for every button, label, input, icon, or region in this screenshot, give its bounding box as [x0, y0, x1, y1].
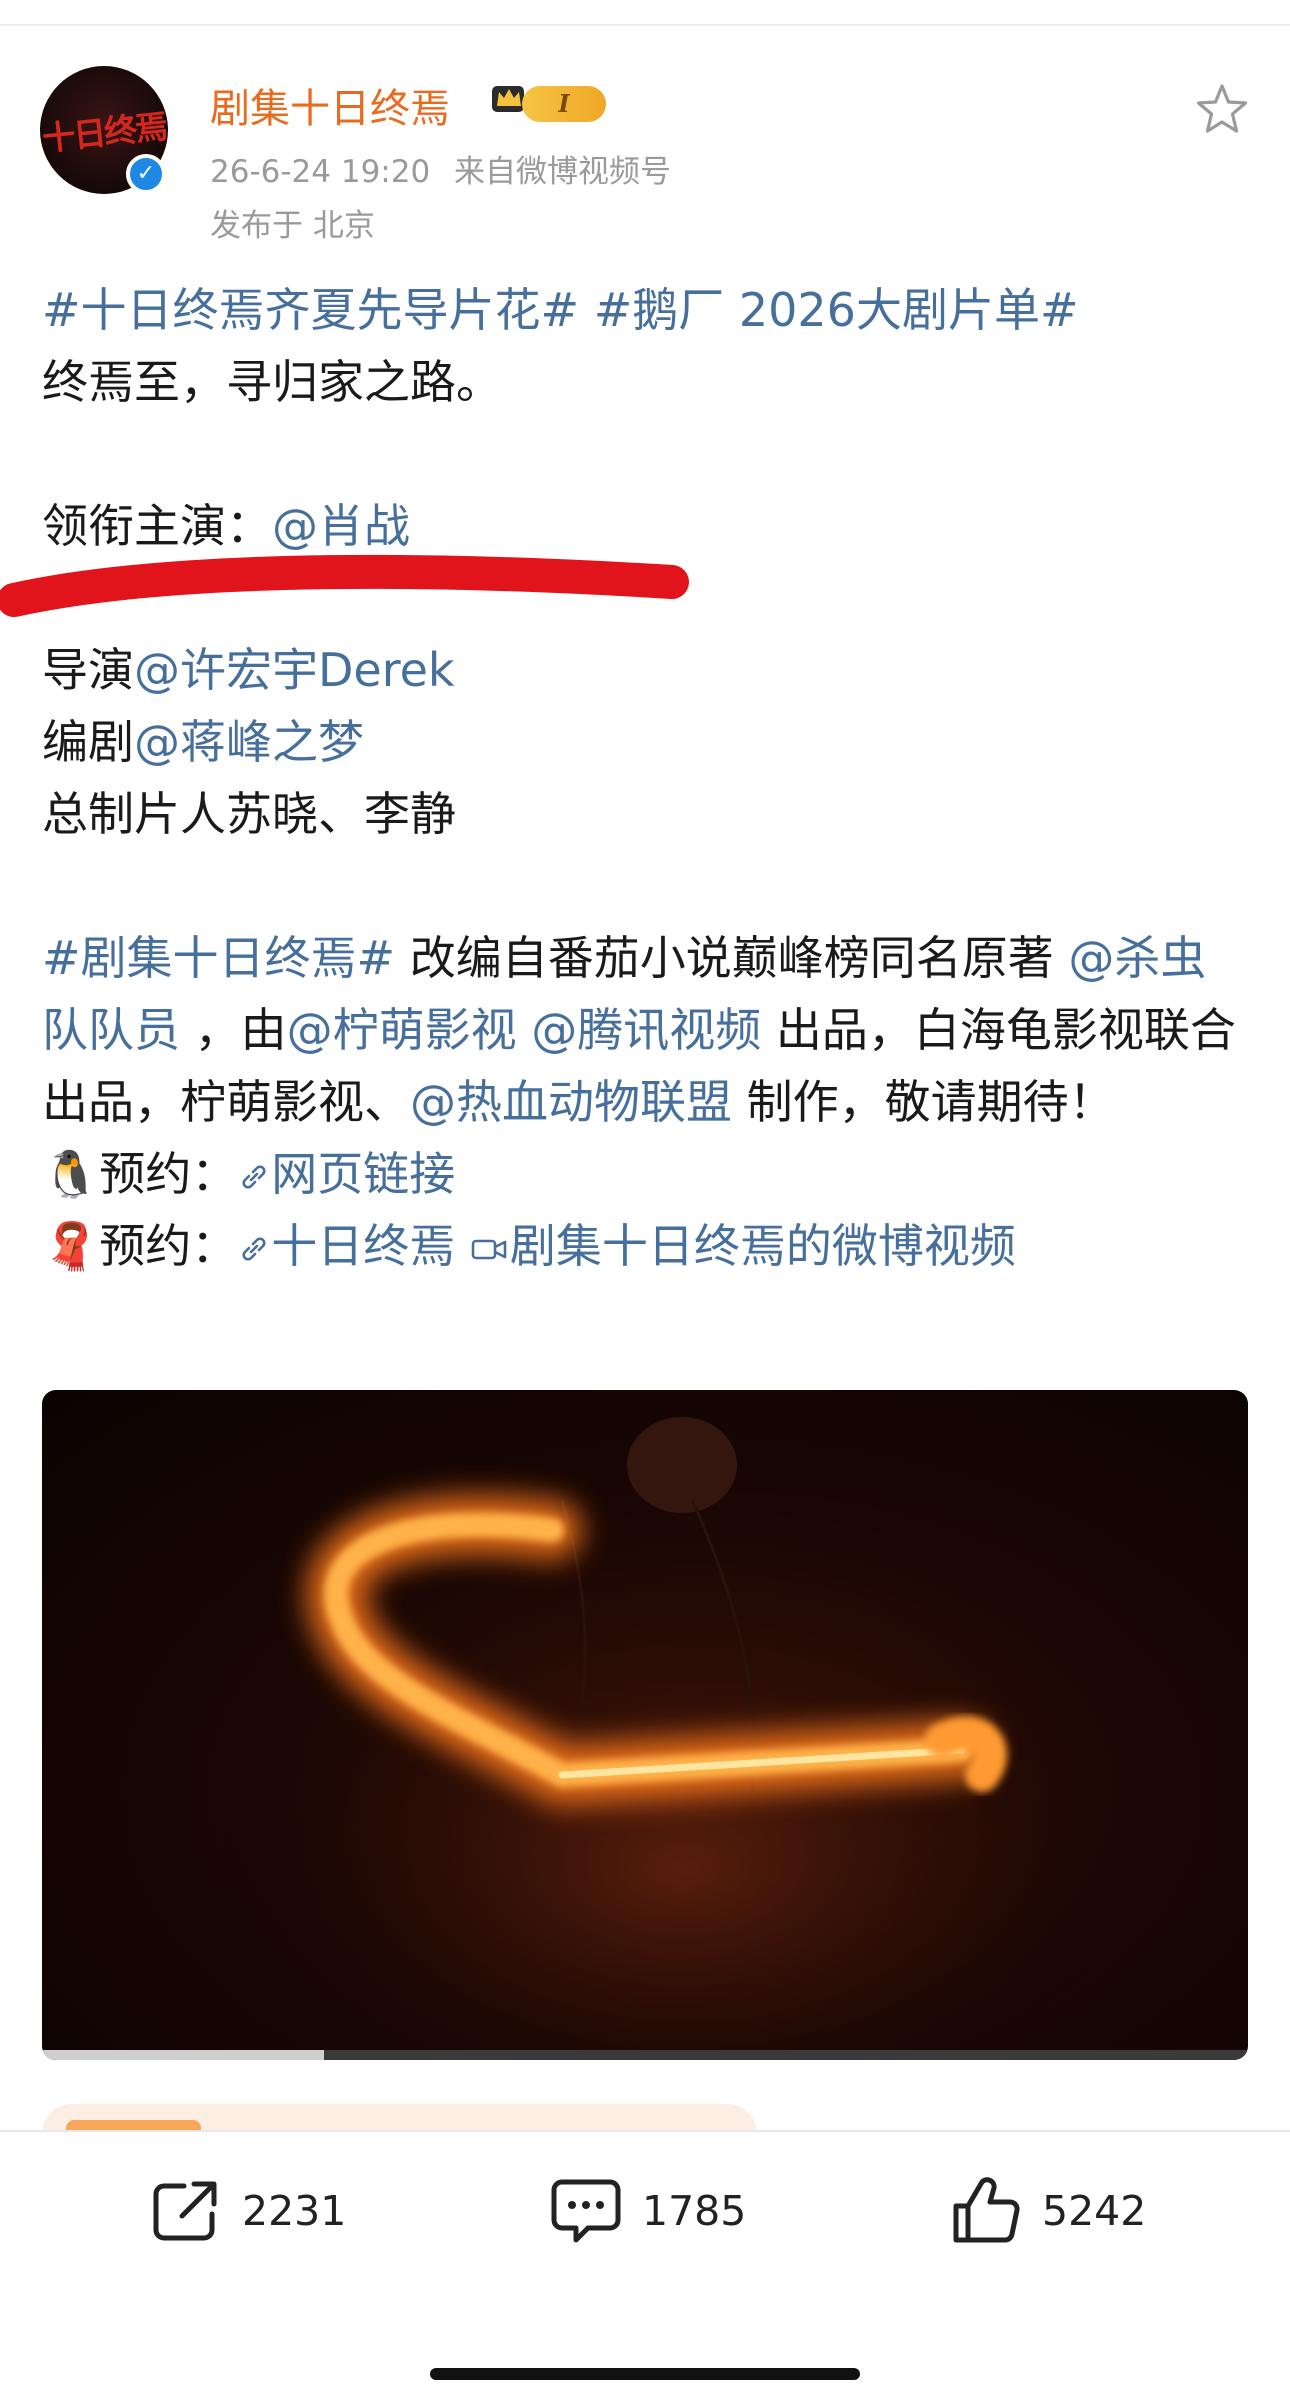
web-link[interactable]: 十日终焉: [237, 1219, 455, 1273]
mention-link[interactable]: @腾讯视频: [531, 1003, 761, 1057]
topic-line: #十日终焉齐夏先导片花# #鹅厂 2026大剧片单#: [42, 274, 1252, 346]
topic-link[interactable]: #剧集十日终焉#: [42, 931, 395, 985]
like-count: 5242: [1042, 2187, 1147, 2235]
web-link[interactable]: 网页链接: [237, 1147, 455, 1201]
repost-count: 2231: [242, 2187, 347, 2235]
thumbs-up-icon: [953, 2177, 1020, 2243]
post-text: [517, 1003, 532, 1057]
post-text: ，由: [180, 1003, 287, 1057]
video-progress-fill: [42, 2050, 325, 2060]
comment-icon: [551, 2179, 621, 2243]
reserve-label: 预约：: [99, 1219, 238, 1273]
director-line: 导演@许宏宇Derek: [42, 634, 1252, 706]
post-text: 终焉至，寻归家之路。: [42, 355, 502, 409]
top-divider: [0, 24, 1290, 26]
avatar-logo-text: 十日终焉: [40, 106, 168, 159]
link-text: 十日终焉: [271, 1219, 456, 1273]
verified-icon: ✓: [126, 154, 166, 194]
lead-label: 领衔主演：: [42, 499, 272, 553]
writer-label: 编剧: [42, 715, 134, 769]
topic-link[interactable]: #鹅厂 2026大剧片单#: [594, 283, 1079, 337]
comment-button[interactable]: 1785: [548, 2176, 746, 2246]
link-text: 剧集十日终焉的微博视频: [509, 1219, 1016, 1273]
video-progress-bar[interactable]: [42, 2050, 1248, 2060]
reserve-line: 🧣预约： 十日终焉 剧集十日终焉的微博视频: [42, 1210, 1252, 1282]
description-paragraph: #剧集十日终焉# 改编自番茄小说巅峰榜同名原著 @杀虫队队员 ，由@柠萌影视 @…: [42, 922, 1252, 1138]
repost-button[interactable]: 2231: [148, 2176, 346, 2246]
repost-icon: [153, 2181, 217, 2241]
post-content: #十日终焉齐夏先导片花# #鹅厂 2026大剧片单# 终焉至，寻归家之路。 领衔…: [42, 274, 1252, 1282]
post-source: 来自微博视频号: [454, 154, 672, 190]
reserve-label: 预约：: [99, 1147, 238, 1201]
writer-line: 编剧@蒋峰之梦: [42, 706, 1252, 778]
link-icon: [242, 1237, 266, 1261]
favorite-star-icon[interactable]: [1192, 80, 1252, 140]
mention-link[interactable]: @许宏宇Derek: [134, 643, 455, 697]
producer-line: 总制片人苏晓、李静: [42, 787, 456, 841]
topic-link[interactable]: #十日终焉齐夏先导片花#: [42, 283, 579, 337]
timestamp: 26-6-24 19:20: [210, 154, 431, 190]
post-location: 发布于 北京: [210, 208, 375, 244]
home-indicator[interactable]: [430, 2368, 860, 2380]
mention-link[interactable]: @热血动物联盟: [410, 1075, 732, 1129]
penguin-emoji-icon: 🐧: [42, 1147, 100, 1201]
comment-count: 1785: [642, 2187, 747, 2235]
member-level-badge[interactable]: I: [522, 86, 606, 122]
author-name[interactable]: 剧集十日终焉: [210, 76, 450, 134]
red-highlight-stroke: [0, 554, 689, 617]
reserve-line: 🐧预约： 网页链接: [42, 1138, 1252, 1210]
post-text: 制作，敬请期待！: [732, 1075, 1115, 1129]
video-player[interactable]: [42, 1390, 1248, 2060]
post-text: 改编自番茄小说巅峰榜同名原著: [395, 931, 1069, 985]
post-meta: 26-6-24 19:20 来自微博视频号: [210, 146, 671, 191]
video-link[interactable]: 剧集十日终焉的微博视频: [470, 1219, 1016, 1273]
link-icon: [242, 1165, 266, 1189]
like-button[interactable]: 5242: [948, 2176, 1146, 2246]
action-bar: [0, 2132, 1290, 2395]
link-text: 网页链接: [271, 1147, 456, 1201]
director-label: 导演: [42, 643, 134, 697]
video-camera-icon: [471, 1239, 507, 1260]
mention-link[interactable]: @肖战: [272, 499, 410, 553]
mention-link[interactable]: @柠萌影视: [287, 1003, 517, 1057]
mention-link[interactable]: @蒋峰之梦: [134, 715, 364, 769]
scarf-emoji-icon: 🧣: [42, 1219, 100, 1273]
video-frame-image: [202, 1417, 1162, 2060]
